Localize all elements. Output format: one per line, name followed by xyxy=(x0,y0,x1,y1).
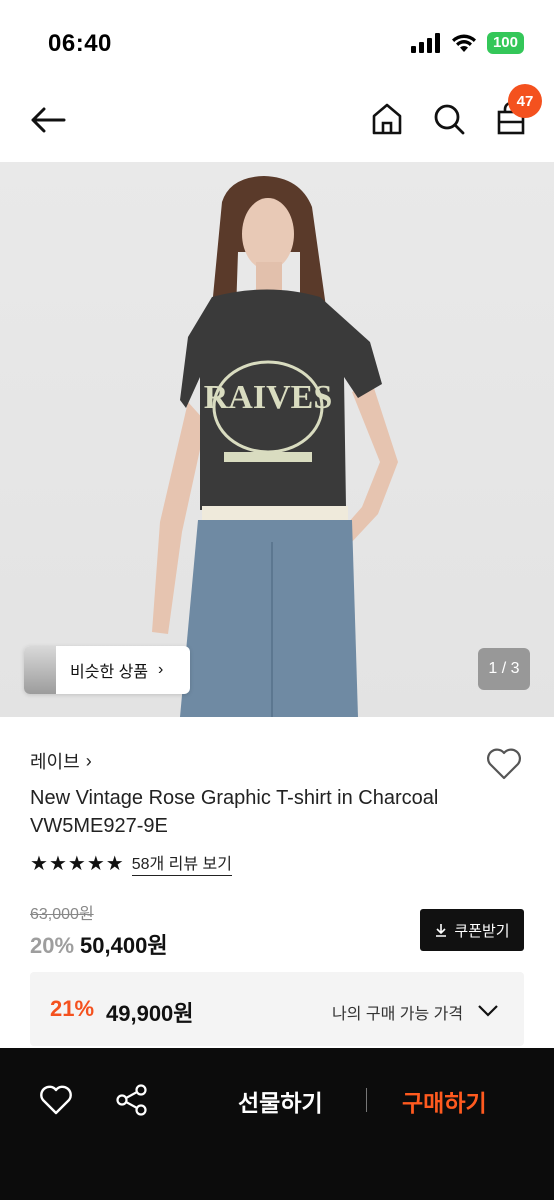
sale-price: 50,400원 xyxy=(80,933,168,958)
star-icon: ★ xyxy=(86,852,105,875)
cart-count-badge: 47 xyxy=(508,84,542,118)
signal-icon xyxy=(410,33,440,53)
status-bar: 06:40 100 xyxy=(0,0,554,80)
status-icons: 100 xyxy=(410,32,524,54)
image-page-indicator: 1 / 3 xyxy=(478,648,530,690)
heart-icon[interactable] xyxy=(38,1082,74,1118)
chevron-right-icon: › xyxy=(158,661,164,678)
svg-text:RAIVES: RAIVES xyxy=(204,379,332,416)
similar-products-button[interactable]: 비슷한 상품 › xyxy=(24,646,190,694)
bottom-action-bar: 선물하기 구매하기 xyxy=(0,1048,554,1200)
coupon-label: 쿠폰받기 xyxy=(454,922,510,940)
star-rating: ★ ★ ★ ★ ★ xyxy=(30,851,124,876)
product-title: New Vintage Rose Graphic T-shirt in Char… xyxy=(30,784,490,840)
download-icon xyxy=(436,924,447,937)
similar-products-label: 비슷한 상품 xyxy=(70,664,149,681)
chevron-right-icon: › xyxy=(85,750,92,771)
product-image-carousel[interactable]: RAIVES 비슷한 상품 › 1 / 3 xyxy=(0,162,554,717)
battery-indicator: 100 xyxy=(486,32,524,54)
my-best-price-panel[interactable]: 21% 49,900원 나의 구매 가능 가격 xyxy=(30,972,524,1046)
brand-name: 레이브 xyxy=(30,752,80,772)
best-price: 49,900원 xyxy=(106,1001,194,1026)
discount-rate: 20% xyxy=(30,933,75,958)
review-link[interactable]: 58개 리뷰 보기 xyxy=(131,850,232,876)
chevron-down-icon[interactable] xyxy=(476,998,500,1022)
top-nav xyxy=(0,80,554,162)
similar-thumbnail xyxy=(24,646,56,694)
rating-row: ★ ★ ★ ★ ★ 58개 리뷰 보기 xyxy=(30,850,232,876)
star-icon: ★ xyxy=(105,852,124,875)
best-price-label: 나의 구매 가능 가격 xyxy=(332,1006,464,1023)
product-code: VW5ME927-9E xyxy=(30,815,168,837)
price-row: 20% 50,400원 xyxy=(30,928,168,960)
original-price: 63,000원 xyxy=(30,906,94,923)
buy-button[interactable]: 구매하기 xyxy=(402,1084,487,1118)
brand-link[interactable]: 레이브 › xyxy=(30,748,92,774)
gift-button[interactable]: 선물하기 xyxy=(238,1084,323,1118)
product-photo: RAIVES xyxy=(152,176,398,717)
star-icon: ★ xyxy=(67,852,86,875)
back-arrow-icon[interactable] xyxy=(28,100,68,140)
best-discount-rate: 21% xyxy=(50,996,95,1021)
heart-icon[interactable] xyxy=(484,744,524,784)
status-time: 06:40 xyxy=(48,30,112,57)
star-icon: ★ xyxy=(48,852,67,875)
star-icon: ★ xyxy=(30,852,48,875)
coupon-button[interactable]: 쿠폰받기 xyxy=(420,909,524,951)
divider xyxy=(366,1088,367,1112)
share-icon[interactable] xyxy=(114,1082,150,1118)
product-name-line1: New Vintage Rose Graphic T-shirt in Char… xyxy=(30,787,439,809)
wifi-icon xyxy=(451,34,476,52)
search-icon[interactable] xyxy=(430,100,468,138)
home-icon[interactable] xyxy=(368,100,406,138)
